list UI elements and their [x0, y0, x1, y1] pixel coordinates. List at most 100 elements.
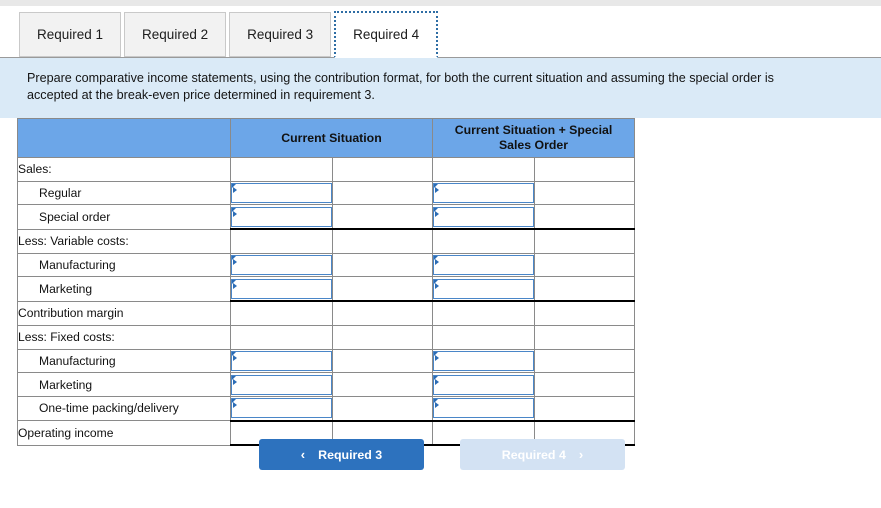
row-label: Manufacturing: [17, 252, 231, 278]
table-row: Special order: [17, 204, 635, 231]
value-cell: [230, 300, 333, 326]
tab-required-3-label: Required 3: [247, 27, 314, 42]
value-input-cell[interactable]: [230, 204, 333, 231]
table-row: Regular: [17, 180, 635, 206]
value-input-cell[interactable]: [230, 395, 333, 422]
total-cell: [534, 395, 635, 422]
header-current-situation: Current Situation: [230, 118, 433, 158]
amount-input[interactable]: [433, 374, 534, 395]
table-row: Sales:: [17, 157, 635, 182]
total-cell: [534, 324, 635, 350]
table-body: Sales: Regular Special order Less: Variable…: [17, 157, 635, 447]
navigation-buttons: ‹ Required 3 Required 4 ›: [259, 439, 625, 470]
next-requirement-label: Required 4: [501, 447, 566, 462]
row-label: One-time packing/delivery: [17, 395, 231, 422]
total-cell: [534, 252, 635, 278]
value-input-cell[interactable]: [432, 204, 535, 231]
value-input-cell[interactable]: [432, 252, 535, 278]
amount-input[interactable]: [433, 206, 534, 227]
amount-input[interactable]: [433, 255, 534, 276]
row-label: Special order: [17, 204, 231, 230]
amount-input[interactable]: [433, 278, 534, 299]
value-cell: [432, 324, 535, 350]
instruction-panel: Prepare comparative income statements, u…: [0, 57, 881, 118]
amount-input[interactable]: [231, 350, 332, 371]
amount-input[interactable]: [231, 374, 332, 395]
chevron-left-icon: ‹: [300, 447, 306, 462]
value-cell: [432, 228, 535, 254]
row-label: Operating income: [17, 420, 231, 446]
value-input-cell[interactable]: [432, 348, 535, 374]
value-cell: [230, 324, 333, 350]
total-cell: [534, 348, 635, 374]
tab-required-2[interactable]: Required 2: [124, 12, 227, 57]
amount-input[interactable]: [433, 350, 534, 371]
row-label: Less: Fixed costs:: [17, 324, 231, 350]
total-cell: [332, 372, 433, 397]
total-cell: [332, 228, 433, 254]
total-cell: [332, 395, 433, 422]
row-label: Sales:: [17, 157, 231, 182]
total-cell: [332, 157, 433, 182]
value-input-cell[interactable]: [230, 252, 333, 278]
total-cell: [534, 372, 635, 397]
table-row: Manufacturing: [17, 252, 635, 278]
total-cell: [534, 204, 635, 231]
total-cell: [332, 348, 433, 374]
tab-required-2-label: Required 2: [142, 27, 209, 42]
row-label: Less: Variable costs:: [17, 228, 231, 254]
value-input-cell[interactable]: [432, 395, 535, 422]
value-input-cell[interactable]: [230, 276, 333, 303]
instruction-text: Prepare comparative income statements, u…: [27, 71, 774, 102]
prev-requirement-button[interactable]: ‹ Required 3: [259, 439, 424, 470]
header-blank: [17, 118, 231, 158]
amount-input[interactable]: [433, 183, 534, 204]
total-cell: [332, 180, 433, 206]
amount-input[interactable]: [231, 255, 332, 276]
value-cell: [432, 157, 535, 182]
amount-input[interactable]: [231, 206, 332, 227]
value-input-cell[interactable]: [230, 348, 333, 374]
total-cell: [534, 180, 635, 206]
value-cell: [432, 300, 535, 326]
value-input-cell[interactable]: [230, 180, 333, 206]
income-statement-table: Current Situation Current Situation + Sp…: [17, 118, 635, 447]
table-row: Less: Fixed costs:: [17, 324, 635, 350]
row-label: Manufacturing: [17, 348, 231, 374]
value-input-cell[interactable]: [230, 372, 333, 397]
header-current-plus-special: Current Situation + Special Sales Order: [432, 118, 635, 158]
tab-required-3[interactable]: Required 3: [229, 12, 332, 57]
total-cell: [534, 228, 635, 254]
amount-input[interactable]: [231, 278, 332, 299]
total-cell: [332, 204, 433, 231]
chevron-right-icon: ›: [578, 447, 584, 462]
value-input-cell[interactable]: [432, 276, 535, 303]
total-cell: [332, 324, 433, 350]
value-input-cell[interactable]: [432, 372, 535, 397]
amount-input[interactable]: [231, 183, 332, 204]
table-row: Marketing: [17, 276, 635, 303]
tab-required-4-label: Required 4: [353, 27, 420, 42]
table-header: Current Situation Current Situation + Sp…: [17, 118, 635, 158]
table-row: Less: Variable costs:: [17, 228, 635, 254]
row-label: Marketing: [17, 276, 231, 302]
total-cell: [332, 252, 433, 278]
row-label: Regular: [17, 180, 231, 206]
prev-requirement-label: Required 3: [318, 447, 383, 462]
total-cell: [332, 276, 433, 303]
table-row: Marketing: [17, 372, 635, 397]
table-row: Manufacturing: [17, 348, 635, 374]
tab-required-4[interactable]: Required 4: [334, 11, 439, 58]
row-label: Marketing: [17, 372, 231, 397]
table-row: Contribution margin: [17, 300, 635, 326]
next-requirement-button[interactable]: Required 4 ›: [460, 439, 625, 470]
amount-input[interactable]: [433, 398, 534, 419]
value-input-cell[interactable]: [432, 180, 535, 206]
table-header-row: Current Situation Current Situation + Sp…: [17, 118, 635, 158]
total-cell: [534, 276, 635, 303]
requirement-tab-bar: Required 1 Required 2 Required 3 Require…: [19, 10, 441, 58]
amount-input[interactable]: [231, 398, 332, 419]
total-cell: [534, 157, 635, 182]
tab-required-1[interactable]: Required 1: [19, 12, 122, 57]
table-row: One-time packing/delivery: [17, 395, 635, 422]
